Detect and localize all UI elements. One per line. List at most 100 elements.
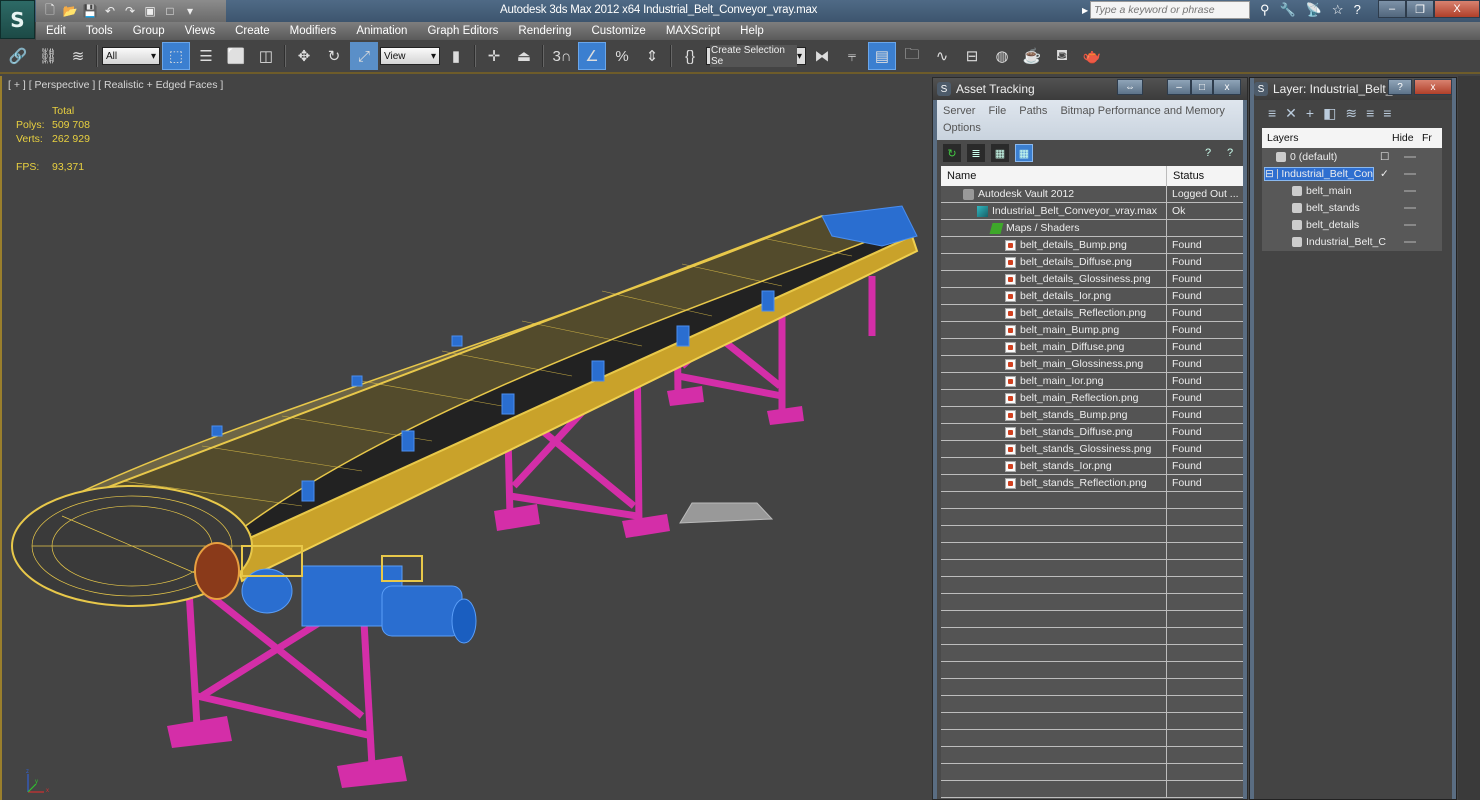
select-and-rotate-icon[interactable]: ↻ [320, 42, 348, 70]
material-editor-icon[interactable]: ◍ [988, 42, 1016, 70]
binoculars-icon[interactable]: ⚲ [1260, 2, 1270, 18]
refresh-icon[interactable]: ↻ [943, 144, 961, 162]
help-icon[interactable]: ? [1221, 144, 1239, 162]
list-view-icon[interactable]: ≣ [967, 144, 985, 162]
online-help-icon[interactable]: ? [1199, 144, 1217, 162]
dock-toggle-button[interactable]: ⇔ [1117, 79, 1143, 95]
layer-manager-icon[interactable]: ▤ [868, 42, 896, 70]
asset-row[interactable]: belt_details_Glossiness.png Found [941, 271, 1243, 288]
select-objects-in-layer-icon[interactable]: ◧ [1323, 105, 1336, 122]
column-freeze[interactable]: Fr [1422, 132, 1432, 144]
redo-icon[interactable]: ↷ [122, 3, 138, 19]
manipulate-icon[interactable]: ✛ [480, 42, 508, 70]
menu-help[interactable]: Help [730, 25, 774, 37]
asset-row[interactable]: belt_details_Ior.png Found [941, 288, 1243, 305]
search-input[interactable] [1090, 1, 1250, 19]
menu-maxscript[interactable]: MAXScript [656, 25, 730, 37]
selection-filter-dropdown[interactable]: All ▾ [102, 47, 160, 65]
asset-row[interactable]: belt_details_Diffuse.png Found [941, 254, 1243, 271]
layer-manager-titlebar[interactable]: S Layer: Industrial_Belt_... ? x [1250, 78, 1456, 100]
schematic-view-icon[interactable]: ⊟ [958, 42, 986, 70]
asset-row[interactable]: belt_main_Bump.png Found [941, 322, 1243, 339]
menu-customize[interactable]: Customize [581, 25, 655, 37]
collapse-icon[interactable]: ⊟ [1265, 168, 1274, 180]
menu-graph-editors[interactable]: Graph Editors [417, 25, 508, 37]
hide-all-layers-icon[interactable]: ≡ [1366, 105, 1374, 121]
project-folder-icon[interactable]: ▣ [142, 3, 158, 19]
layer-object-row[interactable]: belt_details [1262, 216, 1442, 233]
select-object-icon[interactable]: ⬚ [162, 42, 190, 70]
column-layers[interactable]: Layers [1262, 132, 1392, 144]
set-current-checkbox[interactable]: ☐ [1380, 151, 1389, 163]
render-production-icon[interactable]: 🫖 [1078, 42, 1106, 70]
close-button[interactable]: X [1434, 0, 1480, 18]
asset-row[interactable]: belt_stands_Bump.png Found [941, 407, 1243, 424]
new-file-icon[interactable]: 🗋 [42, 3, 58, 19]
hide-toggle[interactable] [1404, 224, 1416, 226]
asset-row[interactable]: belt_stands_Ior.png Found [941, 458, 1243, 475]
hide-toggle[interactable] [1404, 173, 1416, 175]
minimize-button[interactable]: – [1167, 79, 1191, 95]
asset-row[interactable]: belt_stands_Reflection.png Found [941, 475, 1243, 492]
menu-modifiers[interactable]: Modifiers [280, 25, 347, 37]
layer-row[interactable]: 0 (default) ☐ [1262, 148, 1442, 165]
close-button[interactable]: x [1213, 79, 1241, 95]
column-name[interactable]: Name [941, 166, 1167, 186]
restore-button[interactable]: ❐ [1406, 0, 1434, 18]
unlink-icon[interactable]: ⛓ [34, 42, 62, 70]
hide-toggle[interactable] [1404, 156, 1416, 158]
asset-row[interactable]: belt_details_Bump.png Found [941, 237, 1243, 254]
select-and-scale-icon[interactable]: ⤢ [350, 42, 378, 70]
select-and-move-icon[interactable]: ✥ [290, 42, 318, 70]
window-crossing-icon[interactable]: ◫ [252, 42, 280, 70]
perspective-viewport[interactable]: [ + ] [ Perspective ] [ Realistic + Edge… [0, 76, 932, 800]
create-layer-icon[interactable]: ≡ [1268, 105, 1276, 121]
select-and-link-icon[interactable]: 🔗 [4, 42, 32, 70]
asset-row[interactable]: Industrial_Belt_Conveyor_vray.max Ok [941, 203, 1243, 220]
app-menu-button[interactable]: S [0, 0, 35, 39]
percent-snap-icon[interactable]: % [608, 42, 636, 70]
table-view-icon[interactable]: ▦ [1015, 144, 1033, 162]
help-button[interactable]: ? [1388, 79, 1412, 95]
mirror-icon[interactable]: ⧓ [808, 42, 836, 70]
add-to-layer-icon[interactable]: + [1306, 105, 1314, 121]
menu-edit[interactable]: Edit [36, 25, 76, 37]
minimize-button[interactable]: – [1378, 0, 1406, 18]
layer-object-row[interactable]: belt_main [1262, 182, 1442, 199]
layer-object-row[interactable]: belt_stands [1262, 199, 1442, 216]
hide-toggle[interactable] [1404, 241, 1416, 243]
satellite-icon[interactable]: 📡 [1306, 2, 1322, 18]
keyboard-shortcut-override-icon[interactable]: ⏏ [510, 42, 538, 70]
hide-toggle[interactable] [1404, 207, 1416, 209]
named-selection-sets-dropdown[interactable]: Create Selection Se ▾ [706, 45, 806, 67]
window-icon[interactable]: □ [162, 3, 178, 19]
menu-animation[interactable]: Animation [346, 25, 417, 37]
layer-row[interactable]: ⊟ Industrial_Belt_Con ✓ [1262, 165, 1442, 182]
pivot-center-icon[interactable]: ▮ [442, 42, 470, 70]
menu-create[interactable]: Create [225, 25, 280, 37]
menu-rendering[interactable]: Rendering [508, 25, 581, 37]
current-layer-check-icon[interactable]: ✓ [1380, 168, 1389, 180]
open-file-icon[interactable]: 📂 [62, 3, 78, 19]
spinner-snap-icon[interactable]: ⇕ [638, 42, 666, 70]
undo-icon[interactable]: ↶ [102, 3, 118, 19]
save-icon[interactable]: 💾 [82, 3, 98, 19]
column-hide[interactable]: Hide [1392, 132, 1422, 144]
viewport-label[interactable]: [ + ] [ Perspective ] [ Realistic + Edge… [8, 79, 223, 91]
expand-arrow-icon[interactable]: ▶ [1082, 1, 1090, 19]
curve-editor-icon[interactable]: ∿ [928, 42, 956, 70]
key-icon[interactable]: 🔧 [1280, 2, 1296, 18]
freeze-all-layers-icon[interactable]: ≡ [1383, 105, 1391, 121]
reference-coordinate-dropdown[interactable]: View ▾ [380, 47, 440, 65]
asset-row[interactable]: Autodesk Vault 2012 Logged Out ... [941, 186, 1243, 203]
star-icon[interactable]: ☆ [1332, 2, 1344, 18]
asset-row[interactable]: Maps / Shaders [941, 220, 1243, 237]
help-icon[interactable]: ? [1354, 2, 1361, 18]
maximize-button[interactable]: □ [1191, 79, 1213, 95]
rendered-frame-window-icon[interactable]: ⛾ [1048, 42, 1076, 70]
asset-row[interactable]: belt_main_Reflection.png Found [941, 390, 1243, 407]
edit-named-selection-icon[interactable]: {} [676, 42, 704, 70]
asset-row[interactable]: belt_details_Reflection.png Found [941, 305, 1243, 322]
customize-dropdown-icon[interactable]: ▾ [182, 3, 198, 19]
menu-tools[interactable]: Tools [76, 25, 123, 37]
